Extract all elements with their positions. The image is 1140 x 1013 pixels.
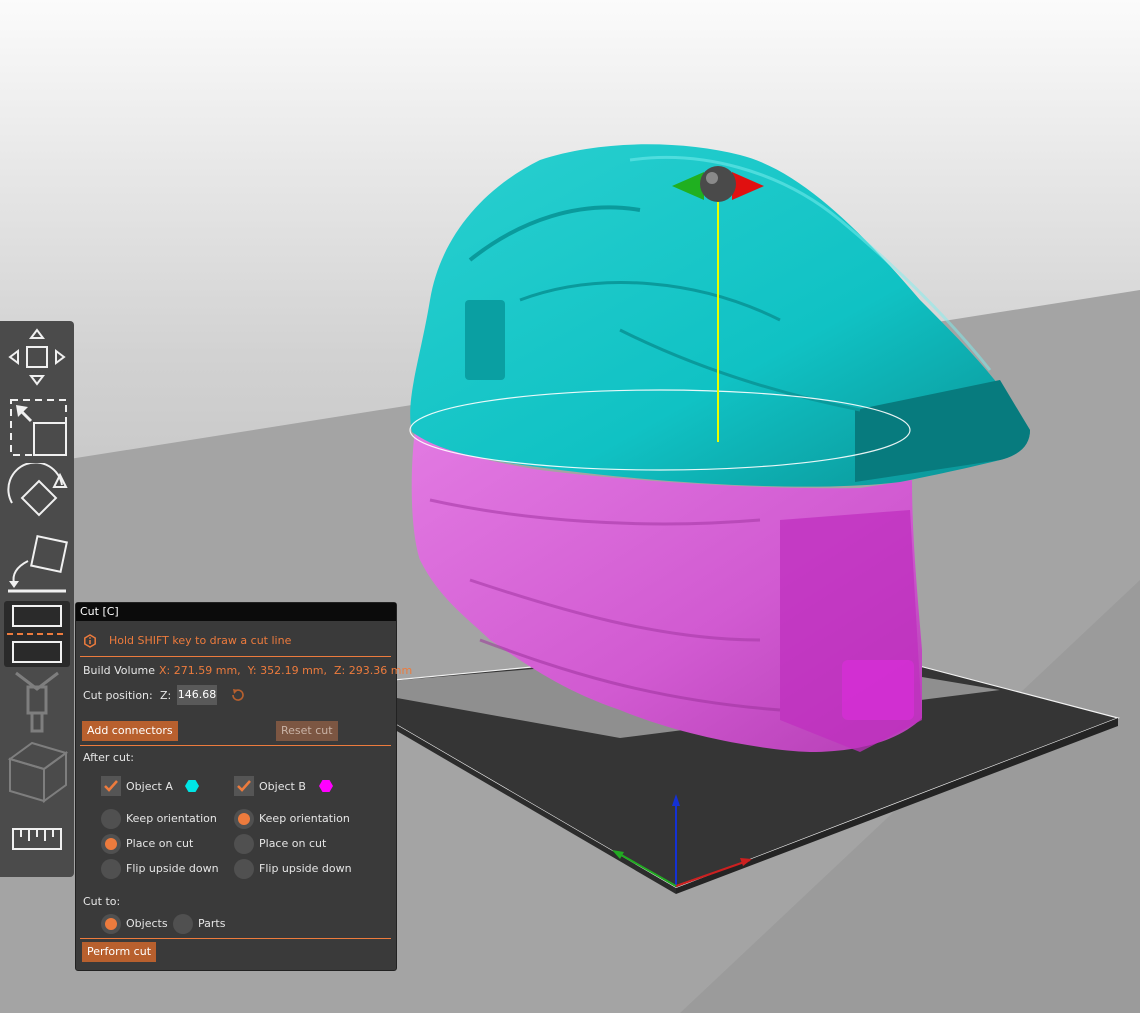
measure-tool[interactable]	[4, 807, 70, 873]
object-b-keep-orientation-radio[interactable]	[234, 809, 254, 829]
object-a-checkbox[interactable]	[101, 776, 121, 796]
panel-title: Cut [C]	[76, 603, 396, 621]
object-a-flip-upside-down-radio[interactable]	[101, 859, 121, 879]
cut-panel: Cut [C] Hold SHIFT key to draw a cut lin…	[75, 602, 412, 971]
check-icon	[104, 780, 118, 792]
object-a-color-hexagon-icon	[185, 780, 199, 792]
cut-icon	[7, 605, 67, 663]
object-b-keep-orientation-label: Keep orientation	[259, 812, 350, 825]
object-b-label: Object B	[259, 780, 306, 793]
reset-z-icon[interactable]	[230, 687, 246, 703]
cut-to-objects-label: Objects	[126, 917, 168, 930]
object-b-place-on-cut-label: Place on cut	[259, 837, 327, 850]
cube-icon	[7, 741, 69, 803]
paint-tool[interactable]	[4, 669, 70, 735]
reset-cut-button[interactable]: Reset cut	[276, 721, 338, 741]
check-icon	[237, 780, 251, 792]
object-a-keep-orientation-radio[interactable]	[101, 809, 121, 829]
object-a-keep-orientation-label: Keep orientation	[126, 812, 217, 825]
separator	[80, 745, 391, 746]
cut-to-parts-radio[interactable]	[173, 914, 193, 934]
cut-position-label: Cut position:	[83, 689, 153, 702]
object-b-place-on-cut-radio[interactable]	[234, 834, 254, 854]
add-connectors-button[interactable]: Add connectors	[82, 721, 178, 741]
info-icon	[84, 634, 96, 648]
separator	[80, 656, 391, 657]
place-on-face-tool[interactable]	[4, 531, 70, 597]
object-b-flip-upside-down-radio[interactable]	[234, 859, 254, 879]
move-icon	[8, 328, 66, 386]
perform-cut-button[interactable]: Perform cut	[82, 942, 157, 962]
scale-tool[interactable]	[4, 395, 70, 461]
z-label: Z:	[160, 689, 172, 702]
after-cut-label: After cut:	[83, 751, 134, 764]
object-b-color-hexagon-icon	[319, 780, 333, 792]
move-tool[interactable]	[4, 325, 70, 391]
place-on-face-icon	[8, 535, 68, 593]
build-volume-label: Build Volume	[83, 664, 156, 677]
gizmo-toolbar	[0, 321, 74, 877]
object-a-place-on-cut-label: Place on cut	[126, 837, 194, 850]
object-b-checkbox[interactable]	[234, 776, 254, 796]
paint-icon	[15, 671, 59, 733]
object-b-flip-upside-down-label: Flip upside down	[259, 862, 352, 875]
shift-hint: Hold SHIFT key to draw a cut line	[109, 634, 292, 647]
rotate-tool[interactable]	[4, 461, 70, 529]
z-position-input[interactable]	[177, 685, 217, 705]
scale-icon	[10, 399, 67, 456]
cut-tool[interactable]	[4, 601, 70, 667]
build-volume-value: X: 271.59 mm, Y: 352.19 mm, Z: 293.36 mm	[159, 664, 413, 677]
rotate-icon	[7, 461, 68, 517]
object-a-flip-upside-down-label: Flip upside down	[126, 862, 219, 875]
cube-tool[interactable]	[4, 739, 70, 805]
cut-to-parts-label: Parts	[198, 917, 226, 930]
object-a-place-on-cut-radio[interactable]	[101, 834, 121, 854]
cut-to-label: Cut to:	[83, 895, 121, 908]
measure-icon	[12, 828, 62, 850]
separator	[80, 938, 391, 939]
object-a-label: Object A	[126, 780, 173, 793]
cut-to-objects-radio[interactable]	[101, 914, 121, 934]
